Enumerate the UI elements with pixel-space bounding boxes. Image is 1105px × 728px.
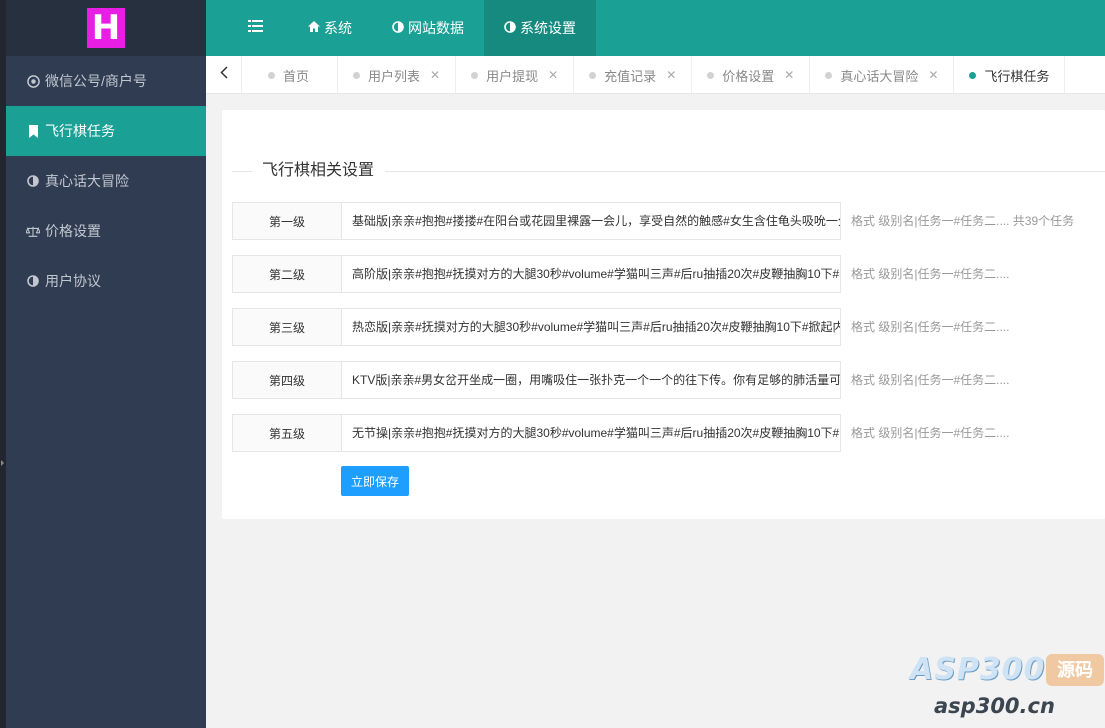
close-icon[interactable]: ✕: [784, 68, 794, 82]
header-item-label: 系统设置: [520, 20, 576, 36]
sidebar: H 微信公号/商户号 飞行棋任务 真心话大冒险 价格设置 用户协议: [6, 0, 206, 728]
form-label: 第一级: [232, 202, 342, 240]
close-icon[interactable]: ✕: [430, 68, 440, 82]
header-item-label: 系统: [324, 20, 352, 36]
divider: [385, 171, 1105, 172]
form-label: 第五级: [232, 414, 342, 452]
scale-icon: [26, 225, 40, 238]
menu-toggle-button[interactable]: [206, 0, 288, 56]
tab-label: 真心话大冒险: [840, 68, 919, 84]
tab-label: 价格设置: [722, 68, 775, 84]
tab-price-settings[interactable]: 价格设置 ✕: [692, 56, 811, 93]
sidebar-item-label: 飞行棋任务: [45, 123, 115, 139]
watermark: ASP300 源码 asp300.cn: [906, 650, 1105, 728]
tab-label: 飞行棋任务: [984, 68, 1050, 84]
tab-scroll-left-button[interactable]: [206, 56, 242, 93]
logo-area: H: [6, 0, 206, 56]
tab-flight-chess-tasks[interactable]: 飞行棋任务: [954, 56, 1066, 93]
list-icon: [248, 19, 263, 37]
watermark-text: ASP300: [910, 652, 1046, 687]
sidebar-item-label: 用户协议: [45, 273, 101, 289]
sidebar-item-price-settings[interactable]: 价格设置: [6, 206, 206, 256]
sidebar-item-truth-or-dare[interactable]: 真心话大冒险: [6, 156, 206, 206]
tab-label: 充值记录: [604, 68, 657, 84]
contrast-icon: [392, 20, 404, 36]
sidebar-item-label: 微信公号/商户号: [45, 73, 147, 89]
header-item-site-data[interactable]: 网站数据: [372, 0, 484, 56]
level-2-input[interactable]: 高阶版|亲亲#抱抱#抚摸对方的大腿30秒#volume#学猫叫三声#后ru抽插2…: [342, 255, 841, 293]
tab-label: 用户提现: [486, 68, 539, 84]
bookmark-icon: [26, 124, 40, 138]
tab-home[interactable]: 首页: [242, 56, 339, 93]
tab-label: 用户列表: [368, 68, 421, 84]
form-row-level-1: 第一级 基础版|亲亲#抱抱#搂搂#在阳台或花园里裸露一会儿，享受自然的触感#女生…: [232, 202, 1105, 240]
format-hint: 格式 级别名|任务一#任务二....: [851, 320, 1010, 334]
form-label: 第三级: [232, 308, 342, 346]
chevron-left-icon: [219, 66, 228, 84]
tab-recharge-records[interactable]: 充值记录 ✕: [574, 56, 693, 93]
contrast-icon: [26, 275, 40, 287]
tab-dot-icon: [825, 71, 833, 79]
header-item-system[interactable]: 系统: [288, 0, 372, 56]
form-row-level-4: 第四级 KTV版|亲亲#男女岔开坐成一圈，用嘴吸住一张扑克一个一个的往下传。你有…: [232, 361, 1105, 399]
tab-user-list[interactable]: 用户列表 ✕: [338, 56, 457, 93]
contrast-icon: [504, 20, 516, 36]
watermark-url: asp300.cn: [934, 694, 1055, 718]
home-icon: [308, 21, 320, 35]
save-button[interactable]: 立即保存: [341, 466, 409, 496]
sidebar-item-flight-chess-tasks[interactable]: 飞行棋任务: [6, 106, 206, 156]
tab-label: 首页: [283, 68, 310, 84]
header-item-label: 网站数据: [408, 20, 464, 36]
collapse-arrow-icon[interactable]: [1, 460, 4, 466]
close-icon[interactable]: ✕: [548, 68, 558, 82]
top-header: 系统 网站数据 系统设置: [206, 0, 1105, 56]
sidebar-item-label: 真心话大冒险: [45, 173, 129, 189]
tab-dot-icon: [268, 71, 275, 79]
sidebar-item-label: 价格设置: [45, 223, 101, 239]
divider: [232, 171, 252, 172]
tab-dot-icon: [707, 71, 715, 79]
header-item-system-settings[interactable]: 系统设置: [484, 0, 596, 56]
format-hint: 格式 级别名|任务一#任务二....: [851, 426, 1010, 440]
format-hint: 格式 级别名|任务一#任务二.... 共39个任务: [851, 214, 1075, 228]
logo[interactable]: H: [87, 8, 125, 48]
contrast-icon: [26, 175, 40, 187]
close-icon[interactable]: ✕: [928, 68, 938, 82]
form-row-level-2: 第二级 高阶版|亲亲#抱抱#抚摸对方的大腿30秒#volume#学猫叫三声#后r…: [232, 255, 1105, 293]
tab-dot-icon: [353, 71, 361, 79]
sidebar-item-wechat-merchant[interactable]: 微信公号/商户号: [6, 56, 206, 106]
tab-dot-icon: [969, 71, 977, 79]
level-3-input[interactable]: 热恋版|亲亲#抚摸对方的大腿30秒#volume#学猫叫三声#后ru抽插20次#…: [342, 308, 841, 346]
chrome-icon: [26, 74, 40, 88]
fieldset-legend: 飞行棋相关设置: [232, 161, 1105, 181]
level-4-input[interactable]: KTV版|亲亲#男女岔开坐成一圈，用嘴吸住一张扑克一个一个的往下传。你有足够的肺…: [342, 361, 841, 399]
level-1-input[interactable]: 基础版|亲亲#抱抱#搂搂#在阳台或花园里裸露一会儿，享受自然的触感#女生含住龟头…: [342, 202, 841, 240]
tab-dot-icon: [471, 71, 479, 79]
form-label: 第四级: [232, 361, 342, 399]
sidebar-item-user-agreement[interactable]: 用户协议: [6, 256, 206, 306]
tab-dot-icon: [589, 71, 597, 79]
level-5-input[interactable]: 无节操|亲亲#抱抱#抚摸对方的大腿30秒#volume#学猫叫三声#后ru抽插2…: [342, 414, 841, 452]
watermark-badge: 源码: [1046, 654, 1104, 686]
tab-user-withdraw[interactable]: 用户提现 ✕: [456, 56, 575, 93]
tab-bar: 首页 用户列表 ✕ 用户提现 ✕ 充值记录 ✕ 价格设置 ✕ 真心话大冒险 ✕ …: [206, 56, 1105, 94]
tab-truth-or-dare[interactable]: 真心话大冒险 ✕: [810, 56, 955, 93]
form-row-level-5: 第五级 无节操|亲亲#抱抱#抚摸对方的大腿30秒#volume#学猫叫三声#后r…: [232, 414, 1105, 452]
form-row-level-3: 第三级 热恋版|亲亲#抚摸对方的大腿30秒#volume#学猫叫三声#后ru抽插…: [232, 308, 1105, 346]
section-title: 飞行棋相关设置: [262, 162, 375, 179]
form-label: 第二级: [232, 255, 342, 293]
format-hint: 格式 级别名|任务一#任务二....: [851, 373, 1010, 387]
settings-card: 飞行棋相关设置 第一级 基础版|亲亲#抱抱#搂搂#在阳台或花园里裸露一会儿，享受…: [222, 110, 1105, 519]
format-hint: 格式 级别名|任务一#任务二....: [851, 267, 1010, 281]
close-icon[interactable]: ✕: [666, 68, 676, 82]
